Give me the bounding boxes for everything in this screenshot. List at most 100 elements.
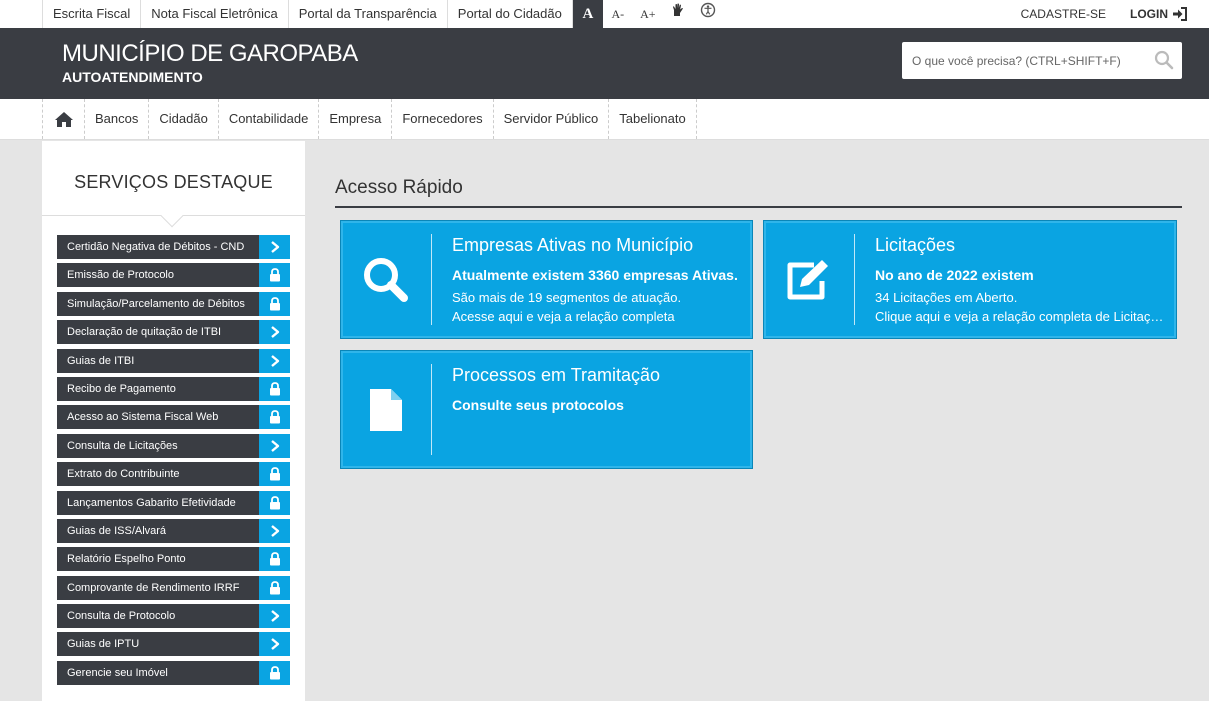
lock-icon[interactable] xyxy=(259,575,290,600)
card-link-text: Clique aqui e veja a relação completa de… xyxy=(875,309,1165,324)
nav-item-tabelionato[interactable]: Tabelionato xyxy=(609,99,697,139)
link-nota-fiscal[interactable]: Nota Fiscal Eletrônica xyxy=(141,0,289,28)
card-licitacoes[interactable]: Licitações No ano de 2022 existem 34 Lic… xyxy=(763,220,1177,339)
chevron-right-icon[interactable] xyxy=(259,433,290,458)
service-item[interactable]: Gerencie seu Imóvel xyxy=(57,660,290,685)
card-link-text: Acesse aqui e veja a relação completa xyxy=(452,309,675,324)
site-title[interactable]: MUNICÍPIO DE GAROPABA xyxy=(62,40,358,68)
search-icon[interactable] xyxy=(1154,50,1174,75)
service-item[interactable]: Guias de ITBI xyxy=(57,348,290,373)
featured-services-title: SERVIÇOS DESTAQUE xyxy=(74,172,273,192)
chevron-right-icon[interactable] xyxy=(259,604,290,629)
service-label: Lançamentos Gabarito Efetividade xyxy=(67,496,236,509)
nav-item-fornecedores[interactable]: Fornecedores xyxy=(392,99,494,139)
sign-language-icon[interactable] xyxy=(663,0,693,28)
service-label: Declaração de quitação de ITBI xyxy=(67,326,222,339)
service-label: Consulta de Licitações xyxy=(67,439,178,452)
service-item[interactable]: Guias de IPTU xyxy=(57,632,290,657)
card-processos-tramitacao[interactable]: Processos em Tramitação Consulte seus pr… xyxy=(340,350,753,469)
search-icon xyxy=(341,221,431,338)
link-escrita-fiscal[interactable]: Escrita Fiscal xyxy=(42,0,142,28)
service-item[interactable]: Lançamentos Gabarito Efetividade xyxy=(57,490,290,515)
service-item[interactable]: Certidão Negativa de Débitos - CND xyxy=(57,235,290,259)
document-icon xyxy=(341,351,431,468)
lock-icon[interactable] xyxy=(259,660,290,685)
service-label: Guias de ITBI xyxy=(67,354,135,367)
service-item[interactable]: Emissão de Protocolo xyxy=(57,263,290,288)
service-label: Consulta de Protocolo xyxy=(67,610,176,623)
chevron-right-icon[interactable] xyxy=(259,348,290,373)
service-label: Guias de IPTU xyxy=(67,638,140,651)
service-item[interactable]: Relatório Espelho Ponto xyxy=(57,547,290,572)
font-decrease-button[interactable]: A- xyxy=(603,0,633,28)
service-item[interactable]: Consulta de Protocolo xyxy=(57,604,290,629)
login-link[interactable]: LOGIN xyxy=(1130,7,1188,21)
service-item[interactable]: Acesso ao Sistema Fiscal Web xyxy=(57,405,290,430)
lock-icon[interactable] xyxy=(259,291,290,316)
chevron-right-icon[interactable] xyxy=(259,235,290,259)
services-list: Certidão Negativa de Débitos - CND Emissã… xyxy=(57,235,290,689)
featured-services-header: SERVIÇOS DESTAQUE xyxy=(42,141,305,228)
service-item[interactable]: Declaração de quitação de ITBI xyxy=(57,320,290,345)
home-button[interactable] xyxy=(42,99,85,139)
font-normal-button[interactable]: A xyxy=(572,0,603,28)
login-label: LOGIN xyxy=(1130,7,1168,21)
lock-icon[interactable] xyxy=(259,263,290,288)
register-link[interactable]: CADASTRE-SE xyxy=(1021,7,1106,21)
service-label: Emissão de Protocolo xyxy=(67,269,174,282)
service-label: Comprovante de Rendimento IRRF xyxy=(67,581,240,594)
nav-item-contabilidade[interactable]: Contabilidade xyxy=(219,99,320,139)
card-divider xyxy=(431,364,432,455)
search-input[interactable] xyxy=(902,42,1142,79)
service-label: Certidão Negativa de Débitos - CND xyxy=(67,241,245,253)
lock-icon[interactable] xyxy=(259,547,290,572)
service-item[interactable]: Guias de ISS/Alvará xyxy=(57,518,290,543)
card-empresas-ativas[interactable]: Empresas Ativas no Município Atualmente … xyxy=(340,220,753,339)
service-label: Relatório Espelho Ponto xyxy=(67,553,186,566)
top-links: Escrita Fiscal Nota Fiscal Eletrônica Po… xyxy=(42,0,723,28)
service-label: Guias de ISS/Alvará xyxy=(67,524,167,537)
site-subtitle: AUTOATENDIMENTO xyxy=(62,69,203,85)
lock-icon[interactable] xyxy=(259,462,290,487)
top-bar: Escrita Fiscal Nota Fiscal Eletrônica Po… xyxy=(0,0,1209,28)
edit-icon xyxy=(764,221,854,338)
service-label: Recibo de Pagamento xyxy=(67,382,176,395)
nav-item-empresa[interactable]: Empresa xyxy=(319,99,393,139)
nav-item-bancos[interactable]: Bancos xyxy=(85,99,150,139)
chevron-right-icon[interactable] xyxy=(259,518,290,543)
service-item[interactable]: Simulação/Parcelamento de Débitos xyxy=(57,291,290,316)
nav-item-cidadao[interactable]: Cidadão xyxy=(149,99,219,139)
service-label: Simulação/Parcelamento de Débitos xyxy=(67,297,245,310)
service-item[interactable]: Extrato do Contribuinte xyxy=(57,462,290,487)
nav-items: Bancos Cidadão Contabilidade Empresa For… xyxy=(42,99,697,139)
card-text: 34 Licitações em Aberto. xyxy=(875,290,1018,305)
link-portal-transparencia[interactable]: Portal da Transparência xyxy=(289,0,448,28)
quick-access-title: Acesso Rápido xyxy=(335,177,463,198)
featured-services-panel: SERVIÇOS DESTAQUE Certidão Negativa de D… xyxy=(42,141,305,701)
lock-icon[interactable] xyxy=(259,490,290,515)
chevron-right-icon[interactable] xyxy=(259,320,290,345)
card-text: São mais de 19 segmentos de atuação. xyxy=(452,290,682,305)
card-highlight: Atualmente existem 3360 empresas Ativas. xyxy=(452,267,738,283)
card-highlight: No ano de 2022 existem xyxy=(875,267,1034,283)
link-portal-cidadao[interactable]: Portal do Cidadão xyxy=(448,0,573,28)
service-item[interactable]: Consulta de Licitações xyxy=(57,433,290,458)
card-title: Licitações xyxy=(875,235,956,255)
card-divider xyxy=(854,234,855,325)
card-title: Empresas Ativas no Município xyxy=(452,235,694,255)
site-header: MUNICÍPIO DE GAROPABA AUTOATENDIMENTO xyxy=(0,28,1209,99)
search-box xyxy=(902,42,1182,79)
service-label: Gerencie seu Imóvel xyxy=(67,666,168,679)
card-divider xyxy=(431,234,432,325)
chevron-right-icon[interactable] xyxy=(259,632,290,657)
lock-icon[interactable] xyxy=(259,405,290,430)
service-item[interactable]: Comprovante de Rendimento IRRF xyxy=(57,575,290,600)
lock-icon[interactable] xyxy=(259,376,290,401)
service-label: Extrato do Contribuinte xyxy=(67,468,180,481)
quick-access-divider xyxy=(335,206,1182,208)
nav-item-servidor-publico[interactable]: Servidor Público xyxy=(494,99,610,139)
accessibility-icon[interactable] xyxy=(693,0,723,28)
card-title: Processos em Tramitação xyxy=(452,365,661,385)
font-increase-button[interactable]: A+ xyxy=(633,0,663,28)
service-item[interactable]: Recibo de Pagamento xyxy=(57,376,290,401)
